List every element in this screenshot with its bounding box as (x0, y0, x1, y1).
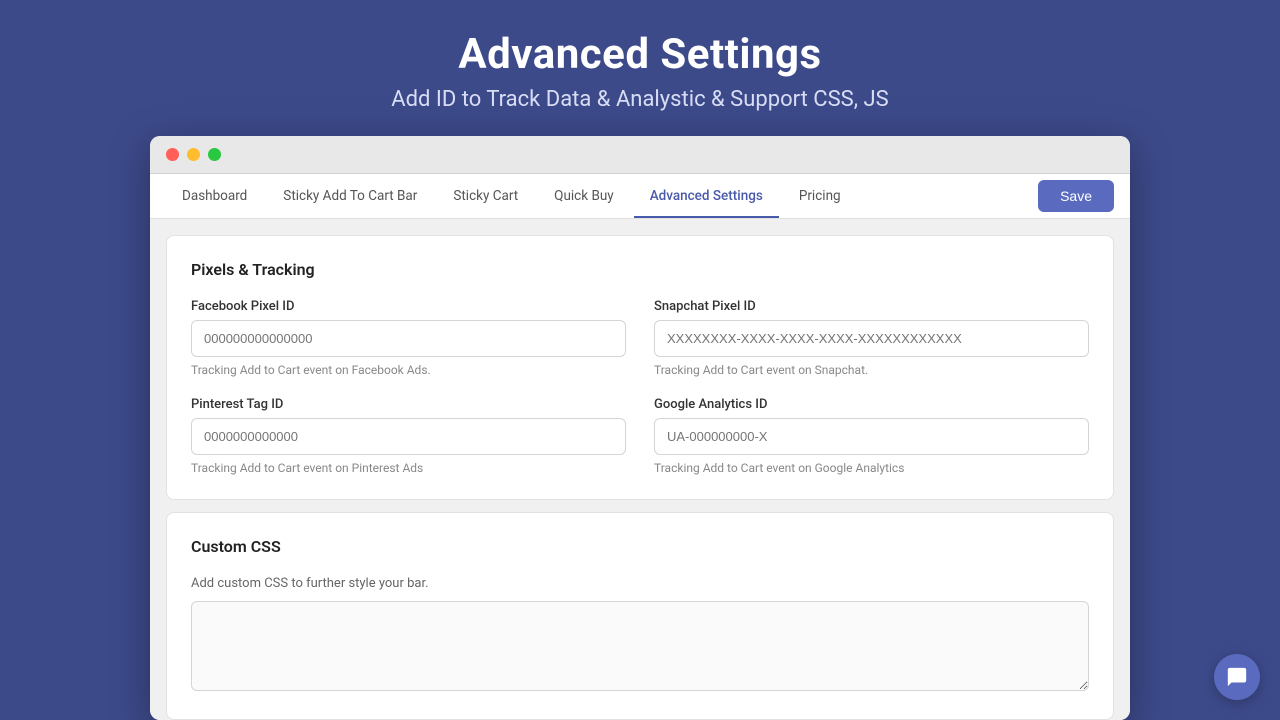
page-subtitle: Add ID to Track Data & Analystic & Suppo… (391, 87, 888, 112)
tab-sticky-cart[interactable]: Sticky Cart (437, 174, 534, 218)
content-area: Pixels & Tracking Facebook Pixel ID Trac… (150, 219, 1130, 720)
snapchat-pixel-hint: Tracking Add to Cart event on Snapchat. (654, 363, 1089, 377)
window-titlebar (150, 136, 1130, 174)
tab-pricing[interactable]: Pricing (783, 174, 857, 218)
page-title: Advanced Settings (391, 30, 888, 79)
custom-css-card: Custom CSS Add custom CSS to further sty… (166, 512, 1114, 720)
snapchat-pixel-group: Snapchat Pixel ID Tracking Add to Cart e… (654, 299, 1089, 377)
custom-css-textarea[interactable] (191, 601, 1089, 691)
close-button[interactable] (166, 148, 179, 161)
nav-tabs: Dashboard Sticky Add To Cart Bar Sticky … (166, 174, 1038, 218)
google-analytics-group: Google Analytics ID Tracking Add to Cart… (654, 397, 1089, 475)
google-analytics-hint: Tracking Add to Cart event on Google Ana… (654, 461, 1089, 475)
minimize-button[interactable] (187, 148, 200, 161)
facebook-pixel-input[interactable] (191, 320, 626, 357)
pixels-tracking-title: Pixels & Tracking (191, 260, 1089, 279)
pinterest-tag-input[interactable] (191, 418, 626, 455)
save-button[interactable]: Save (1038, 180, 1114, 212)
tab-quick-buy[interactable]: Quick Buy (538, 174, 630, 218)
pinterest-tag-hint: Tracking Add to Cart event on Pinterest … (191, 461, 626, 475)
pinterest-tag-label: Pinterest Tag ID (191, 397, 626, 412)
snapchat-pixel-input[interactable] (654, 320, 1089, 357)
nav-bar: Dashboard Sticky Add To Cart Bar Sticky … (150, 174, 1130, 219)
pixels-tracking-card: Pixels & Tracking Facebook Pixel ID Trac… (166, 235, 1114, 500)
pixels-fields-grid: Facebook Pixel ID Tracking Add to Cart e… (191, 299, 1089, 475)
google-analytics-input[interactable] (654, 418, 1089, 455)
chat-icon (1226, 666, 1248, 688)
chat-support-button[interactable] (1214, 654, 1260, 700)
page-header: Advanced Settings Add ID to Track Data &… (391, 30, 888, 112)
facebook-pixel-label: Facebook Pixel ID (191, 299, 626, 314)
maximize-button[interactable] (208, 148, 221, 161)
tab-dashboard[interactable]: Dashboard (166, 174, 263, 218)
tab-advanced-settings[interactable]: Advanced Settings (634, 174, 779, 218)
pinterest-tag-group: Pinterest Tag ID Tracking Add to Cart ev… (191, 397, 626, 475)
custom-css-hint: Add custom CSS to further style your bar… (191, 576, 1089, 591)
google-analytics-label: Google Analytics ID (654, 397, 1089, 412)
snapchat-pixel-label: Snapchat Pixel ID (654, 299, 1089, 314)
facebook-pixel-hint: Tracking Add to Cart event on Facebook A… (191, 363, 626, 377)
facebook-pixel-group: Facebook Pixel ID Tracking Add to Cart e… (191, 299, 626, 377)
custom-css-title: Custom CSS (191, 537, 1089, 556)
app-window: Dashboard Sticky Add To Cart Bar Sticky … (150, 136, 1130, 720)
tab-sticky-add-to-cart-bar[interactable]: Sticky Add To Cart Bar (267, 174, 433, 218)
